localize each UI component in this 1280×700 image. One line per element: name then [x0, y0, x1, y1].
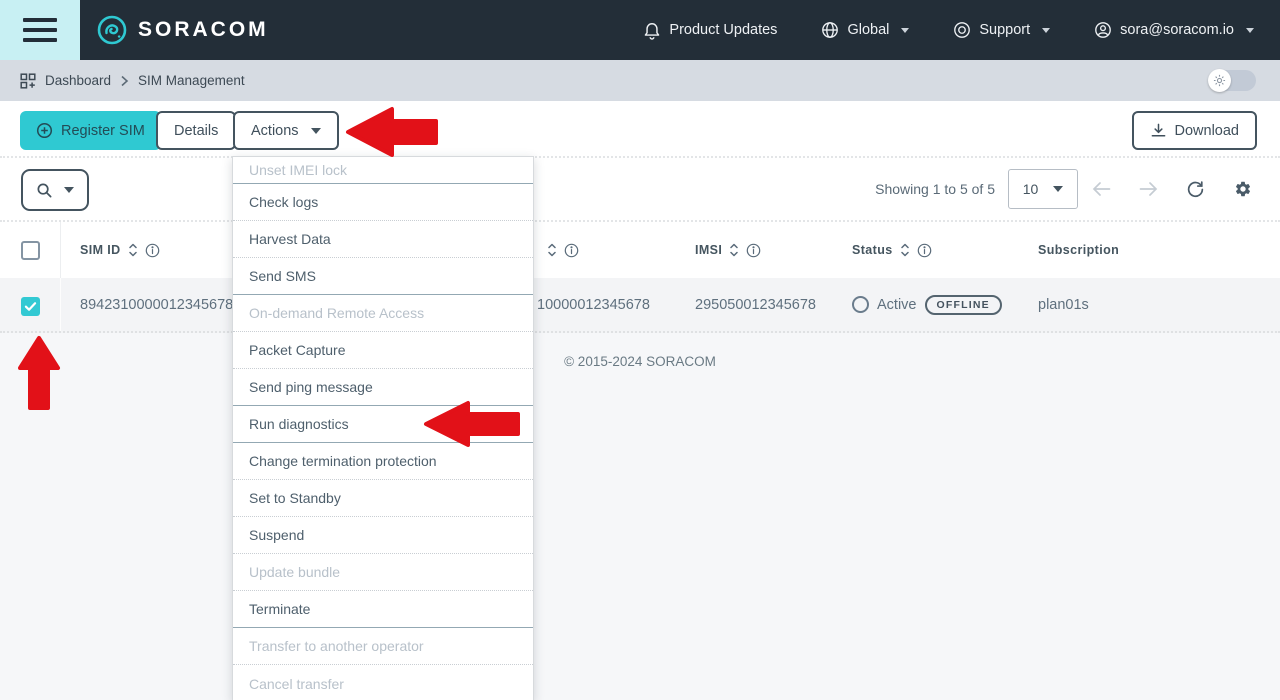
column-subscription: Subscription	[1038, 243, 1119, 257]
chevron-down-icon	[1053, 186, 1063, 192]
download-icon	[1150, 122, 1167, 139]
refresh-icon[interactable]	[1172, 169, 1219, 209]
menu-item-check-logs[interactable]: Check logs	[233, 184, 533, 221]
chevron-down-icon	[901, 28, 909, 33]
row-checkbox[interactable]	[21, 297, 40, 316]
menu-item-packet-capture[interactable]: Packet Capture	[233, 332, 533, 369]
account-menu[interactable]: sora@soracom.io	[1094, 21, 1254, 39]
menu-item-cancel-transfer: Cancel transfer	[233, 665, 533, 700]
table-settings-icon[interactable]	[1219, 169, 1266, 209]
pagination: Showing 1 to 5 of 5 10	[875, 158, 1280, 220]
sort-icon[interactable]	[128, 242, 138, 258]
breadcrumb-bar: Dashboard SIM Management	[0, 60, 1280, 101]
hamburger-menu-button[interactable]	[0, 0, 80, 60]
breadcrumb-dashboard[interactable]: Dashboard	[45, 73, 111, 88]
support-icon	[953, 21, 971, 39]
table-row[interactable]: 8942310000012345678 10000012345678 29505…	[0, 278, 1280, 333]
menu-item-update-bundle: Update bundle	[233, 554, 533, 591]
cell-subscription: plan01s	[1038, 278, 1089, 331]
navbar-right: Product Updates Global	[643, 21, 1254, 40]
globe-icon	[821, 21, 839, 39]
support-menu[interactable]: Support	[953, 21, 1050, 39]
cell-obscured: 10000012345678	[537, 278, 650, 331]
info-icon[interactable]	[917, 243, 932, 258]
toolbar: Register SIM Details Actions Download	[0, 101, 1280, 158]
annotation-arrow-actions	[345, 105, 441, 159]
breadcrumb: Dashboard SIM Management	[20, 73, 245, 89]
info-icon[interactable]	[564, 243, 579, 258]
status-text: Active	[877, 297, 917, 313]
chevron-down-icon	[1042, 28, 1050, 33]
cell-sim-id: 8942310000012345678	[80, 278, 233, 331]
register-sim-button[interactable]: Register SIM	[20, 111, 161, 150]
region-menu[interactable]: Global	[821, 21, 909, 39]
column-sim-id: SIM ID	[80, 243, 121, 257]
menu-item-on-demand-remote-access: On-demand Remote Access	[233, 295, 533, 332]
session-status-icon	[852, 296, 869, 313]
column-status: Status	[852, 243, 893, 257]
top-navbar: SORACOM Product Updates	[0, 0, 1280, 60]
menu-item-suspend[interactable]: Suspend	[233, 517, 533, 554]
chevron-down-icon	[1246, 28, 1254, 33]
cell-imsi: 295050012345678	[695, 278, 816, 331]
next-page-button[interactable]	[1125, 169, 1172, 209]
annotation-arrow-checkbox	[17, 335, 61, 411]
menu-item-set-to-standby[interactable]: Set to Standby	[233, 480, 533, 517]
prev-page-button[interactable]	[1078, 169, 1125, 209]
dashboard-icon	[20, 73, 36, 89]
cell-status: Active OFFLINE	[852, 278, 1002, 331]
menu-item-unset-imei-lock: Unset IMEI lock	[233, 157, 533, 184]
menu-item-harvest-data[interactable]: Harvest Data	[233, 221, 533, 258]
sun-icon	[1208, 69, 1231, 92]
content-footer-area: © 2015-2024 SORACOM	[0, 333, 1280, 700]
user-icon	[1094, 21, 1112, 39]
download-button[interactable]: Download	[1132, 111, 1258, 150]
brand: SORACOM	[96, 14, 269, 46]
soracom-console: SORACOM Product Updates	[0, 0, 1280, 700]
plus-circle-icon	[36, 122, 53, 139]
sort-icon[interactable]	[547, 242, 557, 258]
search-button[interactable]	[21, 169, 89, 211]
theme-toggle[interactable]	[1208, 70, 1256, 91]
info-icon[interactable]	[746, 243, 761, 258]
details-button[interactable]: Details	[156, 111, 236, 150]
hamburger-icon	[23, 18, 57, 22]
table-header: SIM ID IMSI Status	[0, 222, 1280, 278]
status-badge: OFFLINE	[925, 295, 1002, 315]
bell-icon	[643, 21, 661, 40]
brand-name: SORACOM	[138, 18, 269, 42]
breadcrumb-separator-icon	[120, 75, 129, 87]
annotation-arrow-run-diagnostics	[423, 399, 522, 449]
actions-button[interactable]: Actions	[233, 111, 339, 150]
sort-icon[interactable]	[900, 242, 910, 258]
product-updates-link[interactable]: Product Updates	[643, 21, 777, 40]
search-icon	[36, 182, 53, 199]
menu-item-send-sms[interactable]: Send SMS	[233, 258, 533, 295]
chevron-down-icon	[311, 128, 321, 134]
pagination-summary: Showing 1 to 5 of 5	[875, 181, 995, 197]
page-size-select[interactable]: 10	[1008, 169, 1078, 209]
menu-item-transfer-to-another-operator: Transfer to another operator	[233, 628, 533, 665]
chevron-down-icon	[64, 187, 74, 193]
sort-icon[interactable]	[729, 242, 739, 258]
info-icon[interactable]	[145, 243, 160, 258]
breadcrumb-current: SIM Management	[138, 73, 245, 88]
menu-item-terminate[interactable]: Terminate	[233, 591, 533, 628]
filter-row: Showing 1 to 5 of 5 10	[0, 158, 1280, 222]
copyright: © 2015-2024 SORACOM	[564, 354, 716, 369]
column-imsi: IMSI	[695, 243, 722, 257]
soracom-logo-icon	[96, 14, 128, 46]
select-all-checkbox[interactable]	[21, 241, 40, 260]
